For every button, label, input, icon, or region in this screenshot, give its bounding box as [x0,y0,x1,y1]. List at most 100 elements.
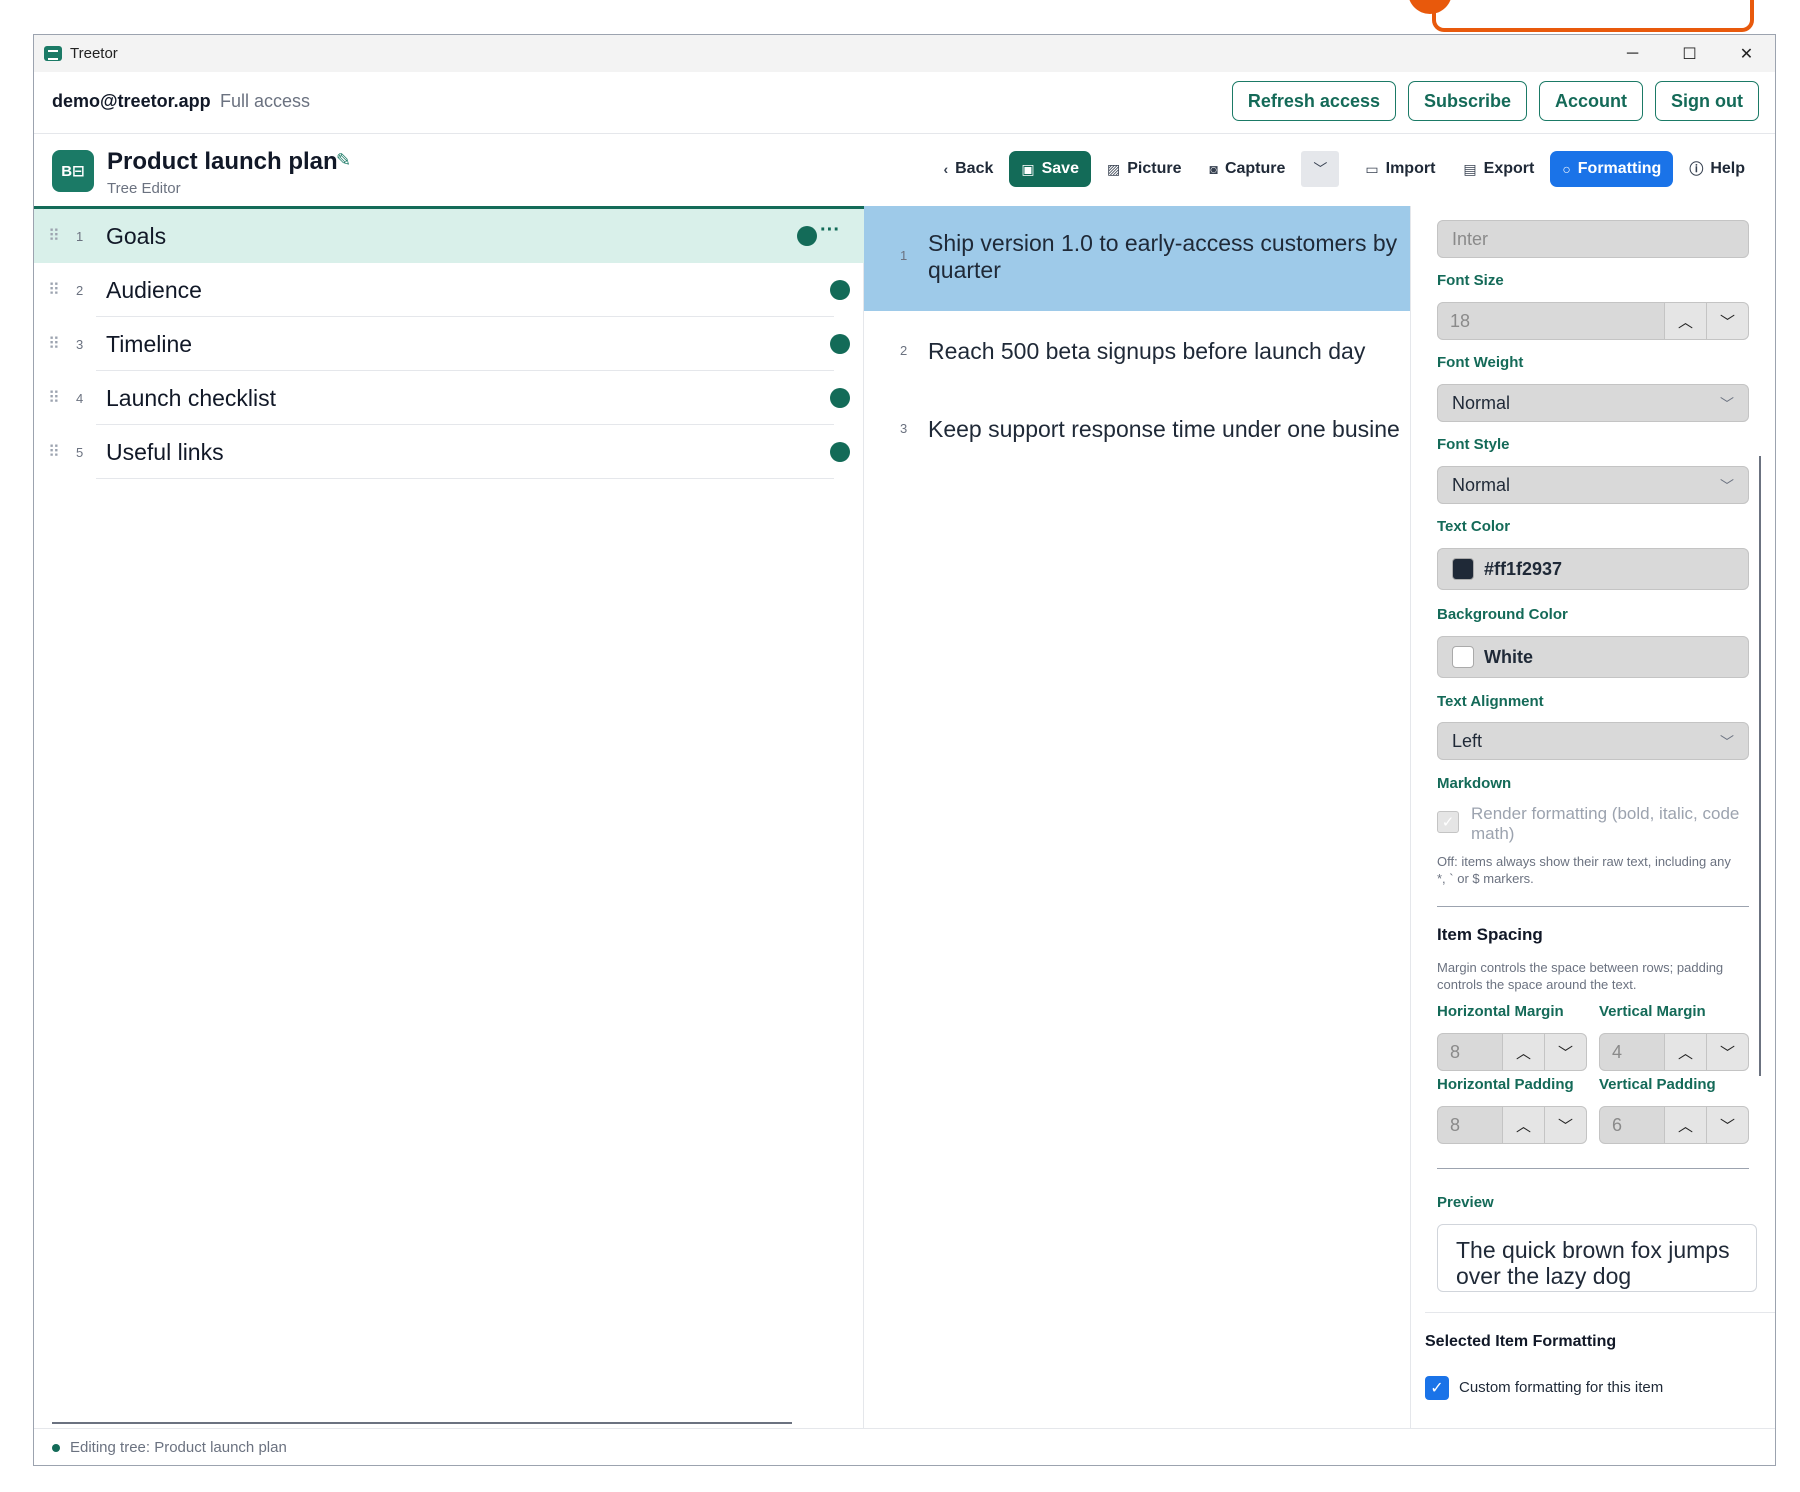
font-style-value: Normal [1452,474,1511,495]
capture-button[interactable]: ◙ Capture [1197,151,1297,187]
chevron-up-icon[interactable]: ︿ [1503,1033,1545,1071]
markdown-checkbox[interactable]: ✓ [1437,811,1459,833]
bg-color-value: White [1484,646,1533,667]
font-style-label: Font Style [1437,436,1510,453]
h-margin-value[interactable]: 8 [1437,1033,1503,1071]
font-weight-select[interactable]: Normal ﹀ [1437,384,1749,422]
maximize-icon[interactable]: ☐ [1661,35,1718,72]
font-style-select[interactable]: Normal ﹀ [1437,466,1749,504]
chevron-down-icon[interactable]: ﹀ [1707,1106,1749,1144]
export-icon: ▤ [1463,160,1477,177]
document-title: Product launch plan [107,148,338,175]
help-button[interactable]: ⓘ Help [1677,151,1757,187]
close-icon[interactable]: ✕ [1718,35,1775,72]
window-title: Treetor [70,45,118,62]
drag-handle-icon[interactable]: ⠿ [48,388,60,408]
text-color-picker[interactable]: #ff1f2937 [1437,548,1749,590]
row-number: 5 [76,445,84,460]
custom-formatting-checkbox[interactable]: ✓ [1425,1376,1449,1400]
spacing-note-line2: controls the space around the text. [1437,977,1637,992]
chevron-down-icon[interactable]: ﹀ [1545,1106,1587,1144]
markdown-label: Markdown [1437,775,1512,792]
row-label: Launch checklist [106,385,277,411]
h-padding-label: Horizontal Padding [1437,1076,1574,1093]
goal-item[interactable]: 2 Reach 500 beta signups before launch d… [864,311,1410,389]
alignment-label: Text Alignment [1437,693,1544,710]
tree-row[interactable]: ⠿ 2 Audience [34,263,864,317]
save-label: Save [1041,160,1079,177]
minimize-icon[interactable]: ─ [1604,35,1661,72]
formatting-button[interactable]: ○ Formatting [1550,151,1674,187]
vertical-scrollbar[interactable] [1759,456,1761,1076]
chevron-down-icon: ﹀ [1720,396,1734,412]
chevron-down-icon: ﹀ [1720,734,1734,750]
drag-handle-icon[interactable]: ⠿ [48,334,60,354]
chevron-up-icon[interactable]: ︿ [1665,1033,1707,1071]
h-padding-value[interactable]: 8 [1437,1106,1503,1144]
chevron-down-icon[interactable]: ﹀ [1707,302,1749,340]
color-swatch [1452,646,1474,668]
tree-row[interactable]: ⠿ 3 Timeline [34,317,864,371]
export-label: Export [1483,160,1535,177]
export-button[interactable]: ▤ Export [1451,151,1546,187]
app-window: Treetor ─ ☐ ✕ demo@treetor.app Full acce… [33,34,1776,1466]
chevron-up-icon[interactable]: ︿ [1665,1106,1707,1144]
save-button[interactable]: ▣ Save [1009,151,1091,187]
refresh-access-button[interactable]: Refresh access [1231,81,1396,121]
v-padding-stepper[interactable]: 6 ︿ ﹀ [1599,1106,1749,1144]
font-family-input[interactable]: Inter [1437,220,1749,258]
tree-row[interactable]: ⠿ 1 Goals ··· [34,209,864,263]
account-button[interactable]: Account [1539,81,1644,121]
picture-button[interactable]: ▨ Picture [1095,151,1193,187]
window-controls: ─ ☐ ✕ [1604,35,1775,72]
camera-icon: ◙ [1209,161,1218,177]
capture-options-dropdown[interactable]: ﹀ [1301,151,1340,187]
sign-out-button[interactable]: Sign out [1655,81,1759,121]
chevron-up-icon[interactable]: ︿ [1503,1106,1545,1144]
font-size-stepper[interactable]: 18 ︿ ﹀ [1437,302,1749,340]
goal-number: 1 [900,248,908,263]
goal-number: 3 [900,421,908,436]
status-dot [830,442,850,462]
section-divider [1437,1168,1749,1169]
goal-item[interactable]: 3 Keep support response time under one b… [864,389,1410,467]
more-options-icon[interactable]: ··· [820,219,840,242]
font-size-value[interactable]: 18 [1437,302,1665,340]
text-color-value: #ff1f2937 [1484,558,1563,579]
goal-text-line2: quarter [928,257,1001,283]
subscribe-button[interactable]: Subscribe [1407,81,1528,121]
h-padding-stepper[interactable]: 8 ︿ ﹀ [1437,1106,1587,1144]
chevron-down-icon[interactable]: ﹀ [1707,1033,1749,1071]
alignment-select[interactable]: Left ﹀ [1437,722,1749,760]
h-margin-stepper[interactable]: 8 ︿ ﹀ [1437,1033,1587,1071]
back-label: Back [955,160,994,177]
drag-handle-icon[interactable]: ⠿ [48,442,60,462]
section-divider [1437,906,1749,907]
font-size-label: Font Size [1437,272,1504,289]
access-level: Full access [220,91,311,111]
tree-row[interactable]: ⠿ 5 Useful links [34,425,864,479]
tree-doc-icon: B⊟ [52,150,94,192]
goal-item[interactable]: 1 Ship version 1.0 to early-access custo… [864,206,1410,311]
status-dot [797,226,817,246]
drag-handle-icon[interactable]: ⠿ [48,226,60,246]
import-button[interactable]: ▭ Import [1353,151,1447,187]
markdown-option-line1: Render formatting (bold, italic, code [1471,804,1740,823]
chevron-up-icon[interactable]: ︿ [1665,302,1707,340]
horizontal-scrollbar[interactable] [52,1422,792,1424]
bg-color-picker[interactable]: White [1437,636,1749,678]
tree-row[interactable]: ⠿ 4 Launch checklist [34,371,864,425]
pencil-icon[interactable]: ✎ [336,150,351,171]
drag-handle-icon[interactable]: ⠿ [48,280,60,300]
v-margin-value[interactable]: 4 [1599,1033,1665,1071]
formatting-label: Formatting [1577,160,1662,177]
markdown-option-line2: math) [1471,824,1515,843]
row-number: 4 [76,391,84,406]
chevron-down-icon[interactable]: ﹀ [1545,1033,1587,1071]
floppy-icon: ▣ [1021,160,1035,177]
row-label: Useful links [106,439,224,465]
v-margin-stepper[interactable]: 4 ︿ ﹀ [1599,1033,1749,1071]
chevron-down-icon: ﹀ [1313,161,1328,177]
back-button[interactable]: ‹ Back [931,151,1005,187]
v-padding-value[interactable]: 6 [1599,1106,1665,1144]
